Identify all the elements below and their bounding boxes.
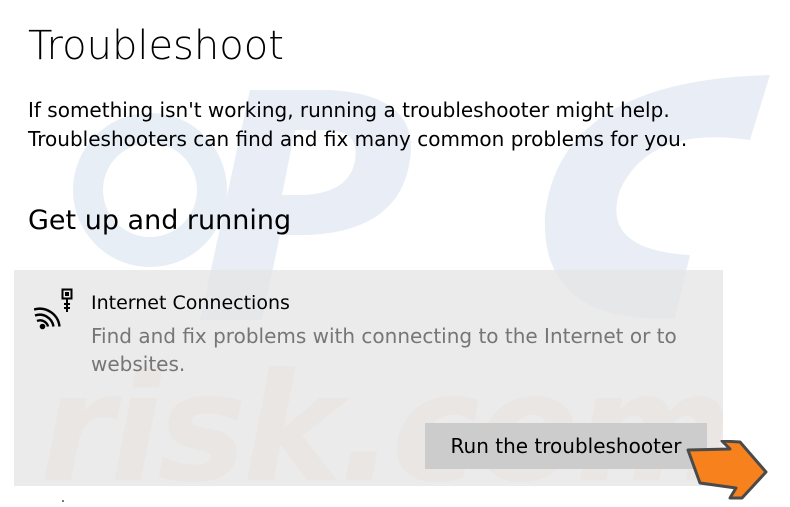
troubleshooter-description: Find and fix problems with connecting to… <box>91 324 677 376</box>
highlight-arrow-icon <box>686 440 768 500</box>
troubleshooter-item-internet-connections[interactable]: Internet Connections Find and fix proble… <box>14 270 723 486</box>
troubleshoot-settings-page: Troubleshoot If something isn't working,… <box>0 0 790 507</box>
page-title: Troubleshoot <box>28 23 284 69</box>
run-troubleshooter-button[interactable]: Run the troubleshooter <box>425 423 707 469</box>
stray-dot <box>62 500 64 502</box>
intro-line: If something isn't working, running a tr… <box>28 98 670 122</box>
section-heading: Get up and running <box>28 205 292 236</box>
intro-line: Troubleshooters can find and fix many co… <box>28 127 688 151</box>
intro-text: If something isn't working, running a tr… <box>28 96 687 154</box>
internet-connection-icon <box>34 288 73 330</box>
troubleshooter-name: Internet Connections <box>91 292 290 314</box>
